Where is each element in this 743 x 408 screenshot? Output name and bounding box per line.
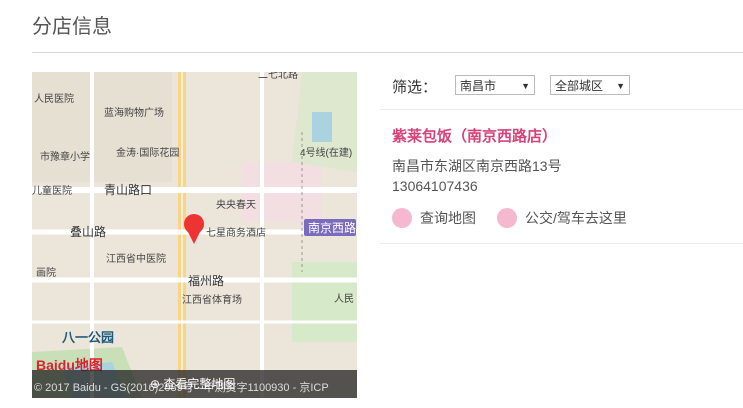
svg-text:儿童医院: 儿童医院: [32, 184, 72, 197]
svg-text:八一公园: 八一公园: [61, 330, 114, 345]
dropdown-arrow-icon: ▼: [616, 81, 625, 91]
filter-label: 筛选：: [392, 79, 438, 96]
title-divider: [32, 52, 743, 53]
shop-name-link[interactable]: 紫莱包饭（南京西路店）: [392, 125, 557, 146]
svg-text:人民医院: 人民医院: [34, 92, 74, 105]
svg-text:二七北路: 二七北路: [258, 72, 298, 81]
dropdown-arrow-icon: ▼: [521, 81, 530, 91]
city-select[interactable]: 南昌市 ▼: [455, 75, 535, 95]
zoom-icon: ⊕: [150, 377, 164, 391]
svg-text:江西省中医院: 江西省中医院: [106, 252, 166, 265]
map-label-nanjing: 南京西路: [308, 220, 356, 235]
svg-text:福州路: 福州路: [188, 273, 224, 288]
map-footer: © 2017 Baidu - GS(2016)2089号 - 甲测资字11009…: [32, 370, 357, 398]
svg-text:市豫章小学: 市豫章小学: [40, 150, 90, 163]
shop-phone: 13064107436: [392, 178, 478, 194]
svg-text:画院: 画院: [36, 266, 56, 279]
store-map[interactable]: 南京西路 人民医院 蓝海购物广场 市豫章小学 金涛·国际花园 儿童医院 青山路口…: [32, 72, 357, 398]
view-full-map-button[interactable]: ⊕ 查看完整地图: [150, 375, 235, 392]
map-pin-icon: [392, 208, 412, 228]
car-icon: [497, 208, 517, 228]
svg-text:江西省体育场: 江西省体育场: [182, 293, 242, 306]
svg-text:人民: 人民: [334, 293, 354, 305]
svg-text:叠山路: 叠山路: [70, 224, 106, 239]
svg-text:七星商务酒店: 七星商务酒店: [206, 226, 266, 239]
shop-divider: [380, 243, 743, 244]
svg-text:青山路口: 青山路口: [104, 182, 152, 197]
route-button[interactable]: 公交/驾车去这里: [497, 208, 627, 228]
svg-text:4号线(在建): 4号线(在建): [300, 146, 352, 159]
map-canvas[interactable]: 南京西路 人民医院 蓝海购物广场 市豫章小学 金涛·国际花园 儿童医院 青山路口…: [32, 72, 357, 398]
svg-text:蓝海购物广场: 蓝海购物广场: [104, 106, 164, 119]
svg-text:金涛·国际花园: 金涛·国际花园: [116, 146, 179, 159]
query-map-button[interactable]: 查询地图: [392, 208, 476, 228]
district-select[interactable]: 全部城区 ▼: [550, 75, 630, 95]
svg-text:央央春天: 央央春天: [216, 198, 256, 211]
shop-address: 南昌市东湖区南京西路13号: [392, 158, 562, 174]
page-title: 分店信息: [32, 16, 112, 38]
filter-divider: [380, 109, 743, 110]
